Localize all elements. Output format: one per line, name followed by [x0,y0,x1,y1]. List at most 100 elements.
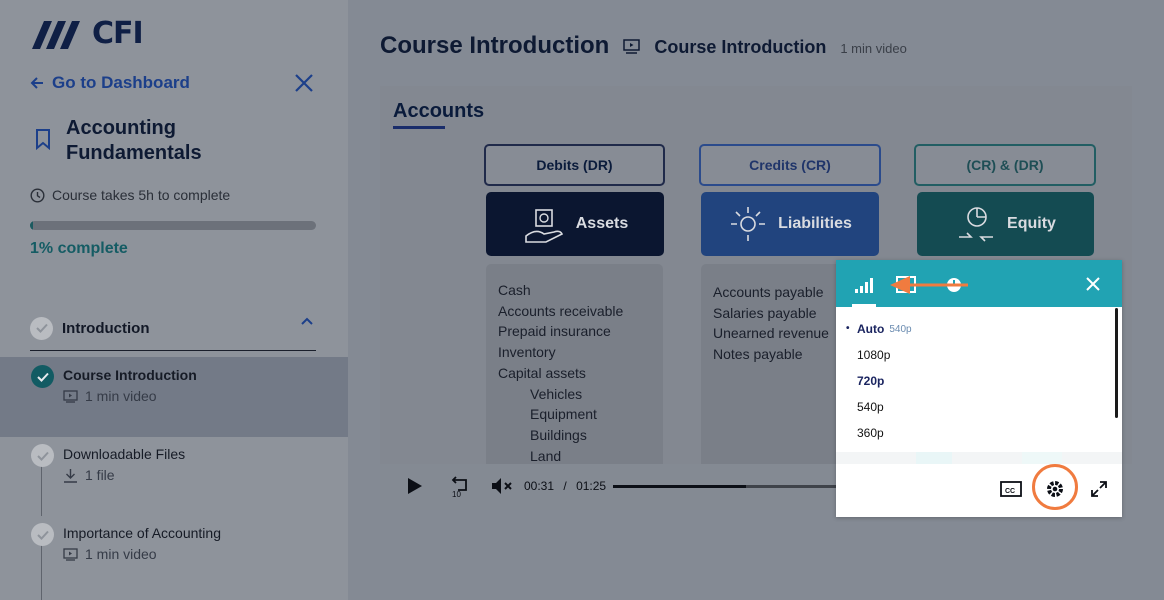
rewind-10-icon[interactable]: 10 [448,476,470,498]
assets-list: Cash Accounts receivable Prepaid insuran… [486,264,663,484]
slide-heading: Accounts [393,100,485,122]
slide-tile-liabilities: Liabilities [701,192,879,256]
video-icon [63,547,78,561]
money-hand-icon [524,209,563,243]
lesson-meta: 1 min video [63,546,157,562]
assets-list-item: Capital assets [498,364,586,381]
bookmark-icon[interactable] [34,128,52,150]
cfi-logo-icon [32,20,80,49]
annotation-circle [1032,464,1078,510]
check-icon [36,530,49,540]
lesson-title: Importance of Accounting [63,525,221,541]
close-sidebar-icon[interactable] [293,72,315,94]
check-icon [35,323,48,333]
lesson-title: Course Introduction [63,367,197,383]
quality-menu-header [836,260,1122,307]
popup-divider-tint [916,452,952,464]
slide-header-cr-dr: (CR) & (DR) [914,144,1096,186]
quality-option-auto[interactable]: • Auto 540p [836,316,1114,342]
lesson-item-downloadable-files[interactable]: Downloadable Files 1 file [0,436,348,516]
assets-list-item: Cash [498,282,531,298]
svg-text:CC: CC [1005,488,1015,495]
lesson-meta: 1 min video [63,388,157,404]
lesson-header: Course Introduction Course Introduction … [380,32,907,60]
section-introduction[interactable]: Introduction [30,306,316,351]
course-progress-fill [30,221,33,230]
quality-option-1080p[interactable]: 1080p [836,342,1114,368]
lesson-item-course-introduction[interactable]: Course Introduction 1 min video [0,357,348,437]
go-to-dashboard-link[interactable]: Go to Dashboard [30,73,190,93]
lesson-title: Downloadable Files [63,446,186,462]
section-label: Introduction [62,319,150,337]
current-time: 00:31 [524,479,555,493]
lesson-status-icon [31,444,54,467]
course-title: Accounting Fundamentals [66,117,202,164]
video-icon [63,389,78,403]
course-duration-label: Course takes 5h to complete [52,187,231,203]
course-duration: Course takes 5h to complete [30,187,230,203]
seek-played [613,485,746,488]
svg-text:10: 10 [452,490,461,498]
logo-text: CFI [92,16,144,51]
course-progress-bar [30,221,316,230]
slide-tile-equity-label: Equity [1007,215,1056,232]
lesson-meta-label: 1 min video [85,546,157,562]
assets-list-item: Prepaid insurance [498,323,611,340]
lesson-status-icon [31,523,54,546]
check-icon [36,451,49,461]
selected-bullet-icon: • [846,323,850,334]
money-flow-icon [731,207,766,241]
fullscreen-icon[interactable] [1090,480,1108,498]
page-title: Course Introduction [380,32,610,59]
arrow-left-icon [30,77,43,89]
annotation-arrow-icon [890,276,968,294]
quality-auto-label: Auto [857,322,885,336]
go-to-dashboard-label: Go to Dashboard [52,73,190,92]
cfi-logo[interactable]: CFI [30,16,144,51]
quality-option-540p[interactable]: 540p [836,394,1114,420]
assets-list-item: Accounts receivable [498,302,624,319]
quality-options: • Auto 540p 1080p 720p 540p 360p [836,316,1114,446]
slide-header-credits: Credits (CR) [699,144,881,186]
quality-bars-icon[interactable] [854,277,874,294]
clock-icon [30,187,45,203]
popup-divider-tint [1022,452,1062,464]
chevron-up-icon[interactable] [300,314,314,328]
play-icon[interactable] [406,476,424,496]
closed-captions-icon[interactable]: CC [1000,480,1022,498]
slide-tile-equity: Equity [917,192,1094,256]
lesson-meta-label: 1 file [85,467,115,483]
equity-pie-icon [959,207,994,242]
check-icon [36,372,49,382]
duration-time: 01:25 [576,479,607,493]
lesson-meta: 1 min video [840,41,907,56]
close-quality-menu-icon[interactable] [1086,277,1100,291]
lesson-meta: 1 file [63,467,115,483]
assets-sublist-item: Vehicles [530,385,583,402]
course-progress-text: 1% complete [30,240,128,257]
quality-option-720p[interactable]: 720p [836,368,1114,394]
quality-menu: • Auto 540p 1080p 720p 540p 360p CC [836,260,1122,517]
popup-divider [836,452,1122,464]
course-sidebar: CFI Go to Dashboard Accounting Fundament… [0,0,348,600]
quality-auto-resolution: 540p [889,323,912,335]
video-icon [623,38,641,54]
lesson-item-importance-of-accounting[interactable]: Importance of Accounting 1 min video [0,515,348,595]
lesson-meta-label: 1 min video [85,388,157,404]
slide-heading-underline [393,126,445,129]
section-status-icon [30,316,53,340]
assets-sublist-item: Equipment [530,406,597,423]
lesson-subtitle: Course Introduction [654,37,827,57]
time-separator: / [563,479,567,493]
popup-controls-strip: CC [836,464,1122,517]
mute-icon[interactable] [490,476,514,496]
slide-tile-assets: Assets [486,192,664,256]
video-time: 00:31 / 01:25 [524,479,606,493]
slide-header-debits: Debits (DR) [484,144,665,186]
quality-tab-indicator [852,304,876,307]
slide-tile-assets-label: Assets [575,215,629,232]
download-icon [64,468,77,483]
quality-option-360p[interactable]: 360p [836,420,1114,446]
quality-menu-scrollbar[interactable] [1115,308,1118,418]
lesson-complete-icon [31,365,54,388]
